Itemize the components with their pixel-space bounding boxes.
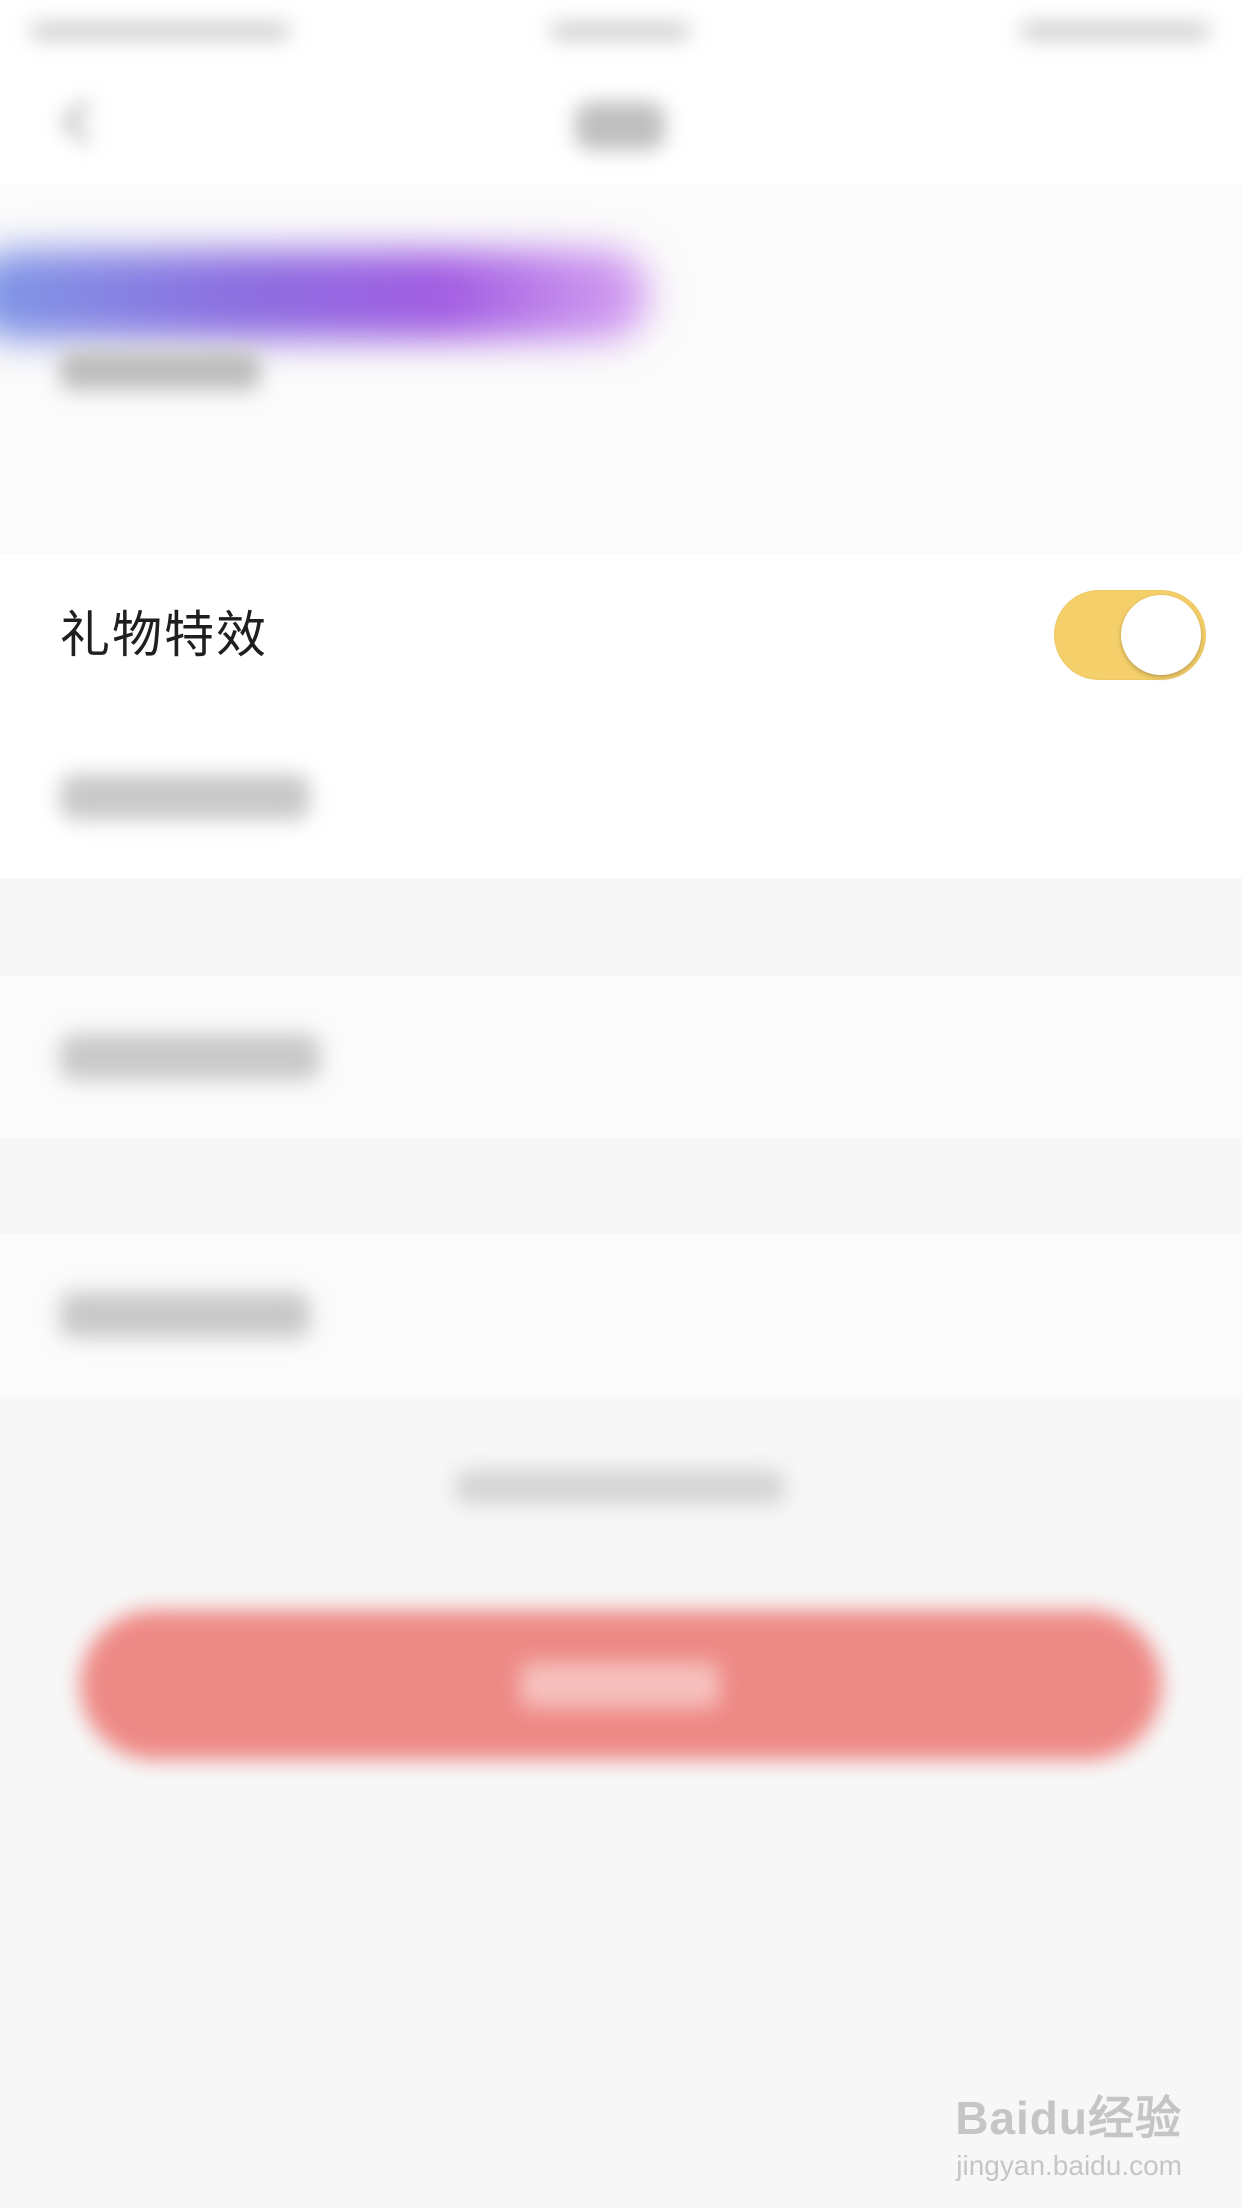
watermark-url: jingyan.baidu.com — [956, 2150, 1182, 2181]
status-bar — [0, 0, 1242, 64]
setting-row-4[interactable] — [0, 1234, 1242, 1396]
status-carrier — [30, 22, 290, 40]
baidu-watermark: Baidu经验 jingyan.baidu.com — [955, 2082, 1182, 2182]
setting-row-3[interactable] — [0, 976, 1242, 1138]
gift-effects-toggle[interactable] — [1054, 590, 1206, 680]
setting-row-2[interactable] — [0, 716, 1242, 878]
footer-note — [455, 1470, 785, 1504]
setting-label-4 — [60, 1292, 310, 1338]
status-battery — [1020, 22, 1210, 40]
toggle-knob — [1121, 595, 1201, 675]
page-title — [575, 102, 665, 150]
back-chevron-icon[interactable] — [60, 100, 90, 144]
setting-label-2 — [60, 774, 310, 820]
watermark-logo: Baidu经验 — [955, 2092, 1182, 2144]
status-time — [550, 22, 690, 40]
promo-banner[interactable] — [0, 250, 650, 340]
setting-label-gift-effects: 礼物特效 — [60, 606, 268, 664]
primary-action-button-label — [520, 1662, 720, 1708]
banner-subtitle — [60, 350, 260, 390]
setting-label-3 — [60, 1034, 320, 1080]
setting-row-gift-effects[interactable]: 礼物特效 — [0, 554, 1242, 716]
